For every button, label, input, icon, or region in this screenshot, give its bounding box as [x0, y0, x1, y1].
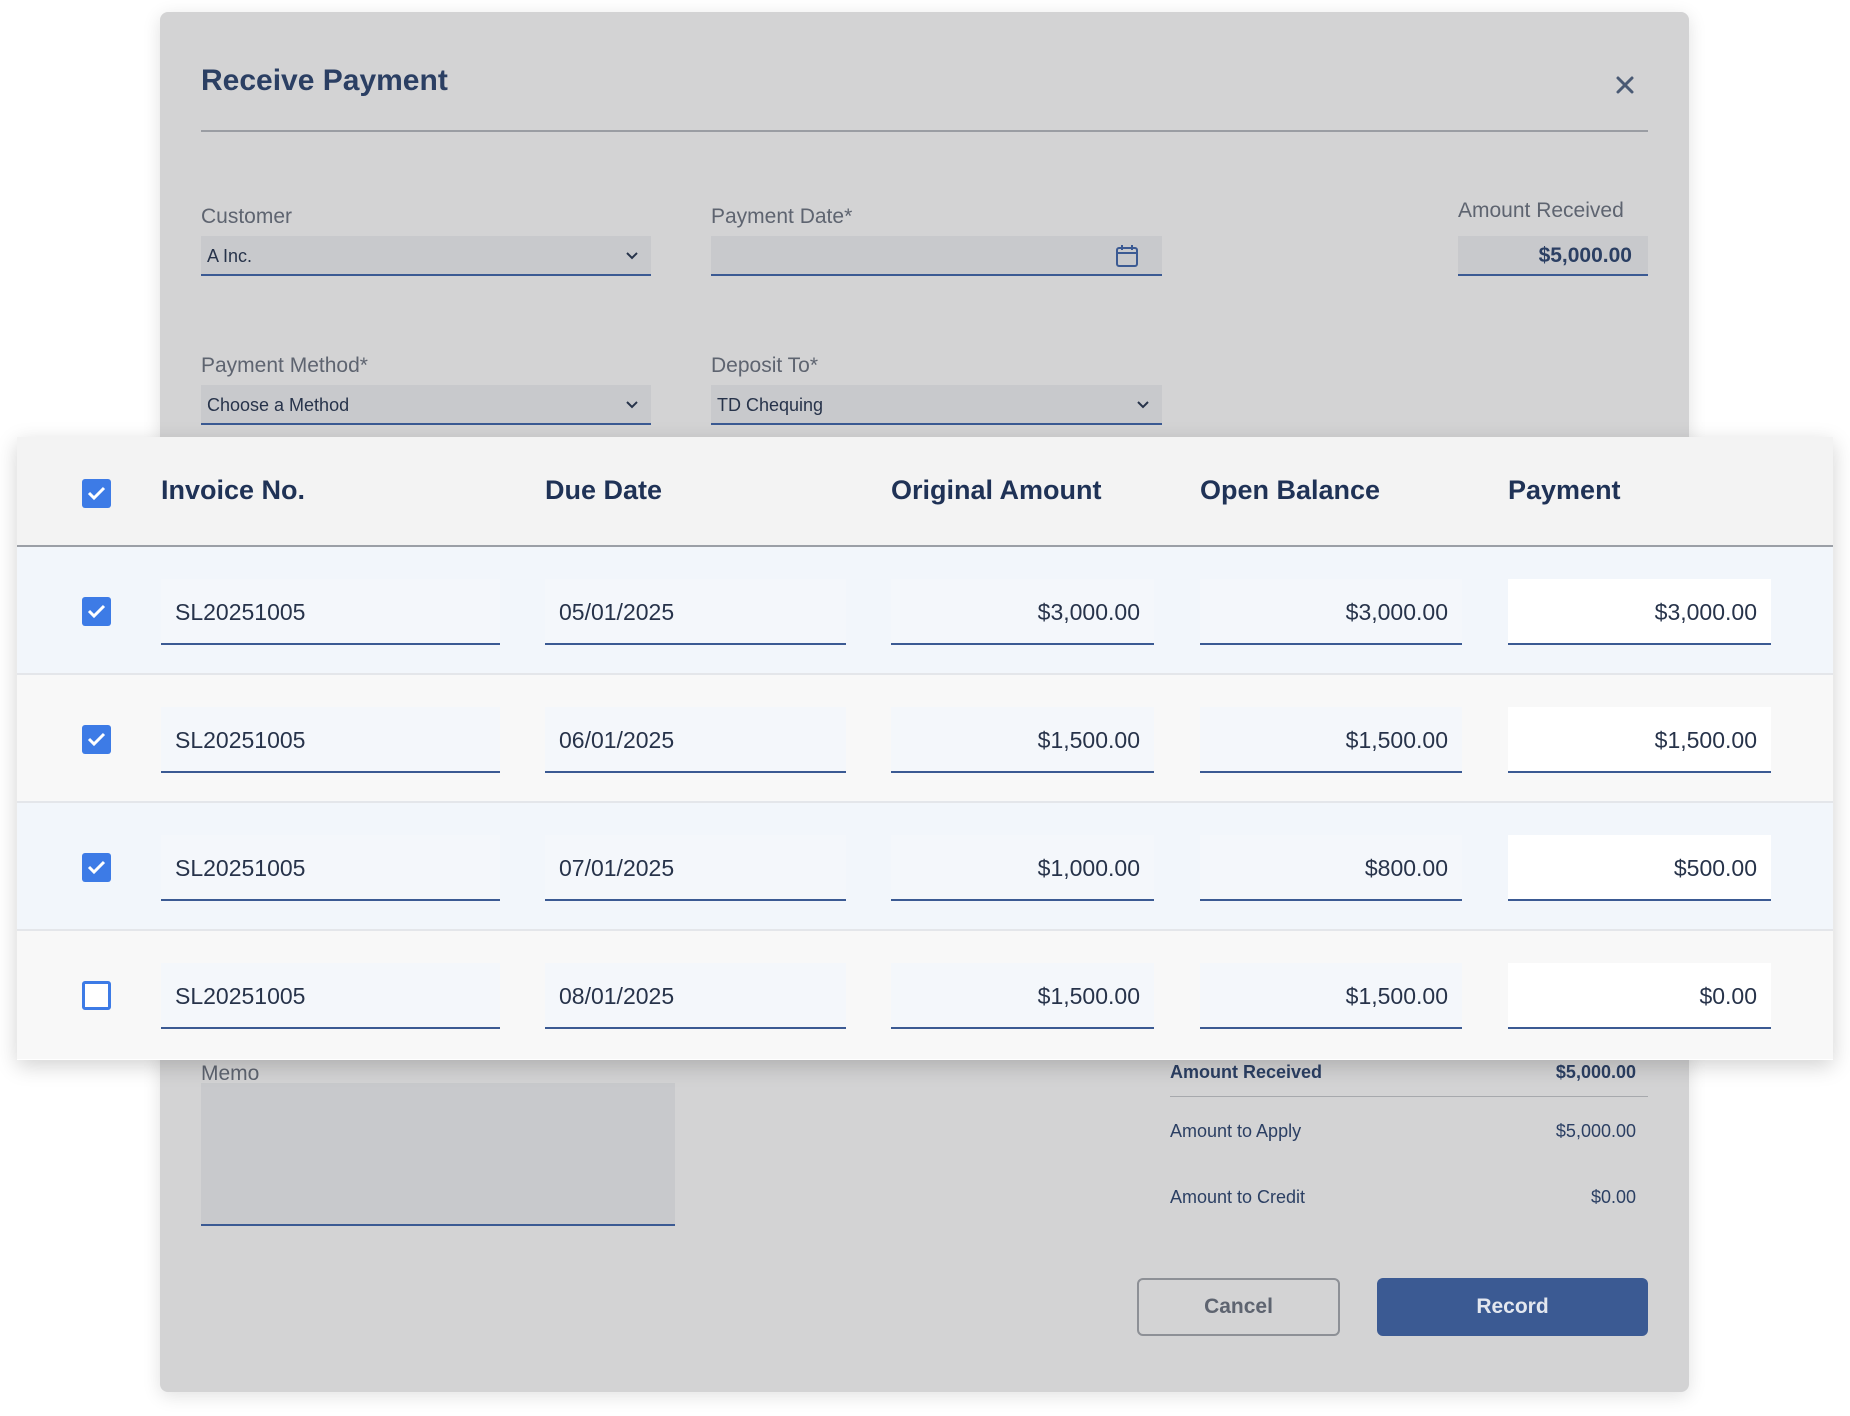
invoice-number-cell[interactable]: SL20251005 [161, 963, 500, 1029]
summary-amount-to-apply-value: $5,000.00 [1555, 1121, 1636, 1141]
record-button[interactable]: Record [1377, 1278, 1648, 1336]
invoice-number-cell[interactable]: SL20251005 [161, 835, 500, 901]
payment-method-label: Payment Method* [201, 354, 368, 377]
amount-received-input[interactable]: $5,000.00 [1458, 236, 1648, 276]
open-balance-cell[interactable]: $3,000.00 [1200, 579, 1462, 645]
table-row: SL20251005 05/01/2025 $3,000.00 $3,000.0… [17, 547, 1833, 675]
table-header: Invoice No. Due Date Original Amount Ope… [17, 437, 1833, 547]
open-balance-cell[interactable]: $800.00 [1200, 835, 1462, 901]
table-row: SL20251005 07/01/2025 $1,000.00 $800.00 … [17, 803, 1833, 931]
memo-textarea[interactable] [201, 1083, 675, 1226]
chevron-down-icon [1137, 401, 1149, 409]
check-icon [87, 604, 106, 619]
payment-method-value: Choose a Method [207, 395, 350, 415]
due-date-cell[interactable]: 08/01/2025 [545, 963, 846, 1029]
column-header-payment: Payment [1508, 475, 1621, 505]
customer-select[interactable]: A Inc. [201, 236, 651, 276]
due-date-cell[interactable]: 05/01/2025 [545, 579, 846, 645]
payment-date-input[interactable] [711, 236, 1162, 276]
invoice-number-cell[interactable]: SL20251005 [161, 579, 500, 645]
customer-value: A Inc. [207, 246, 253, 266]
summary-amount-received-value: $5,000.00 [1555, 1062, 1636, 1082]
cancel-button[interactable]: Cancel [1137, 1278, 1340, 1336]
payment-input[interactable]: $500.00 [1508, 835, 1771, 901]
column-header-invoice: Invoice No. [161, 475, 306, 505]
close-icon[interactable] [1610, 70, 1640, 100]
payment-input[interactable]: $1,500.00 [1508, 707, 1771, 773]
row-checkbox[interactable] [82, 853, 111, 882]
check-icon [87, 486, 106, 501]
open-balance-cell[interactable]: $1,500.00 [1200, 963, 1462, 1029]
original-amount-cell[interactable]: $1,500.00 [891, 707, 1154, 773]
deposit-to-select[interactable]: TD Chequing [711, 385, 1162, 425]
chevron-down-icon [626, 252, 638, 260]
deposit-to-value: TD Chequing [717, 395, 824, 415]
summary-amount-to-apply: Amount to Apply $5,000.00 [1170, 1121, 1636, 1142]
payment-method-select[interactable]: Choose a Method [201, 385, 651, 425]
deposit-to-label: Deposit To* [711, 354, 819, 377]
screen: Receive Payment Customer A Inc. Payment … [0, 0, 1850, 1416]
original-amount-cell[interactable]: $3,000.00 [891, 579, 1154, 645]
summary-amount-to-credit: Amount to Credit $0.00 [1170, 1187, 1636, 1208]
summary-divider [1170, 1096, 1648, 1097]
select-all-checkbox[interactable] [82, 479, 111, 508]
chevron-down-icon [626, 401, 638, 409]
original-amount-cell[interactable]: $1,000.00 [891, 835, 1154, 901]
open-balance-cell[interactable]: $1,500.00 [1200, 707, 1462, 773]
summary-amount-to-credit-value: $0.00 [1590, 1187, 1636, 1207]
due-date-cell[interactable]: 07/01/2025 [545, 835, 846, 901]
payment-input[interactable]: $0.00 [1508, 963, 1771, 1029]
column-header-open-balance: Open Balance [1200, 475, 1381, 505]
original-amount-cell[interactable]: $1,500.00 [891, 963, 1154, 1029]
column-header-due-date: Due Date [545, 475, 663, 505]
amount-received-label: Amount Received [1458, 199, 1624, 222]
column-header-original-amount: Original Amount [891, 475, 1102, 505]
summary-amount-to-credit-label: Amount to Credit [1170, 1187, 1306, 1207]
payment-input[interactable]: $3,000.00 [1508, 579, 1771, 645]
table-row: SL20251005 06/01/2025 $1,500.00 $1,500.0… [17, 675, 1833, 803]
row-checkbox[interactable] [82, 597, 111, 626]
table-row: SL20251005 08/01/2025 $1,500.00 $1,500.0… [17, 931, 1833, 1059]
check-icon [87, 732, 106, 747]
title-divider [201, 130, 1648, 132]
due-date-cell[interactable]: 06/01/2025 [545, 707, 846, 773]
check-icon [87, 860, 106, 875]
invoice-number-cell[interactable]: SL20251005 [161, 707, 500, 773]
row-checkbox[interactable] [82, 725, 111, 754]
summary-amount-received: Amount Received $5,000.00 [1170, 1062, 1636, 1083]
customer-label: Customer [201, 205, 293, 228]
invoice-table: Invoice No. Due Date Original Amount Ope… [17, 437, 1833, 1060]
row-checkbox[interactable] [82, 981, 111, 1010]
payment-date-label: Payment Date* [711, 205, 853, 228]
summary-amount-to-apply-label: Amount to Apply [1170, 1121, 1302, 1141]
summary-amount-received-label: Amount Received [1170, 1062, 1323, 1082]
calendar-icon[interactable] [1114, 243, 1140, 269]
modal-title: Receive Payment [201, 64, 448, 97]
